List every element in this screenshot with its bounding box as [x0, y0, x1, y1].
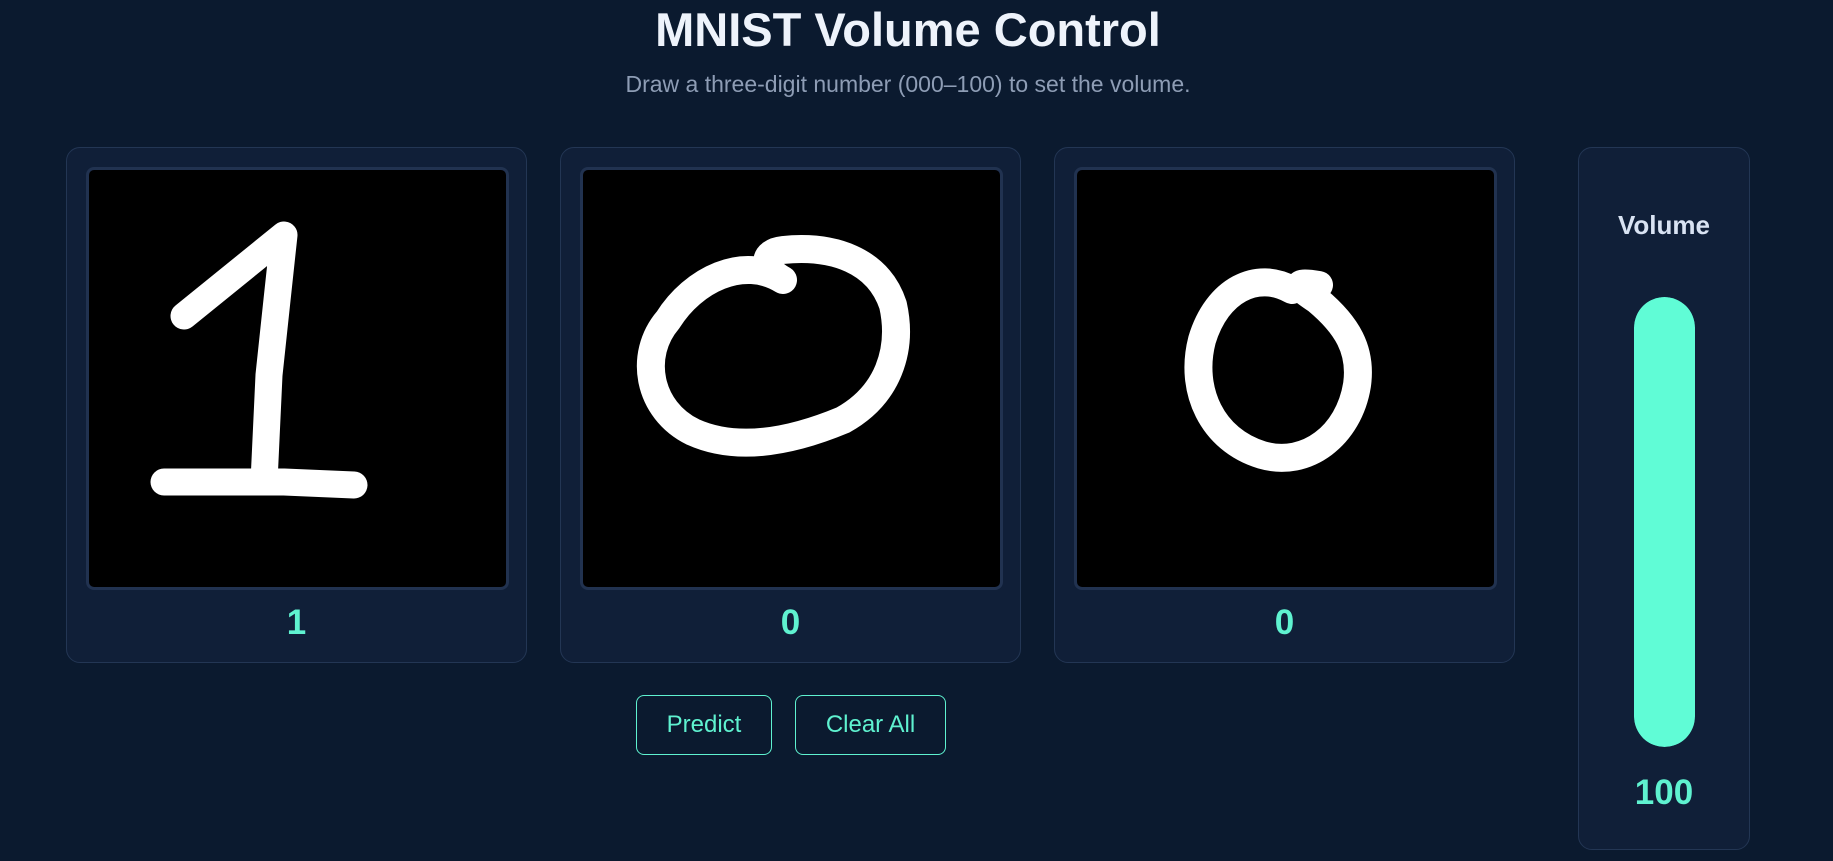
digit-panel-1: 1 [66, 147, 527, 663]
handwritten-digit-3-drawing [1184, 268, 1372, 472]
volume-label: Volume [1618, 210, 1710, 240]
predict-button[interactable]: Predict [636, 695, 772, 755]
drawing-canvas-1[interactable] [86, 167, 509, 590]
digit-panel-3: 0 [1054, 147, 1515, 663]
drawing-canvas-3[interactable] [1074, 167, 1497, 590]
handwritten-digit-2-drawing [636, 235, 910, 457]
digit-prediction-1: 1 [286, 603, 307, 642]
volume-value: 100 [1634, 773, 1694, 812]
page-subtitle: Draw a three-digit number (000–100) to s… [625, 71, 1191, 97]
page-title: MNIST Volume Control [655, 3, 1161, 56]
handwritten-digit-1-drawing [150, 221, 368, 499]
digit-prediction-3: 0 [1274, 603, 1295, 642]
volume-meter [1634, 297, 1695, 747]
digit-prediction-2: 0 [780, 603, 801, 642]
drawing-canvas-2[interactable] [580, 167, 1003, 590]
volume-meter-fill [1634, 297, 1695, 747]
digit-panel-2: 0 [560, 147, 1021, 663]
volume-panel: Volume 100 [1578, 147, 1750, 850]
clear-all-button[interactable]: Clear All [795, 695, 946, 755]
